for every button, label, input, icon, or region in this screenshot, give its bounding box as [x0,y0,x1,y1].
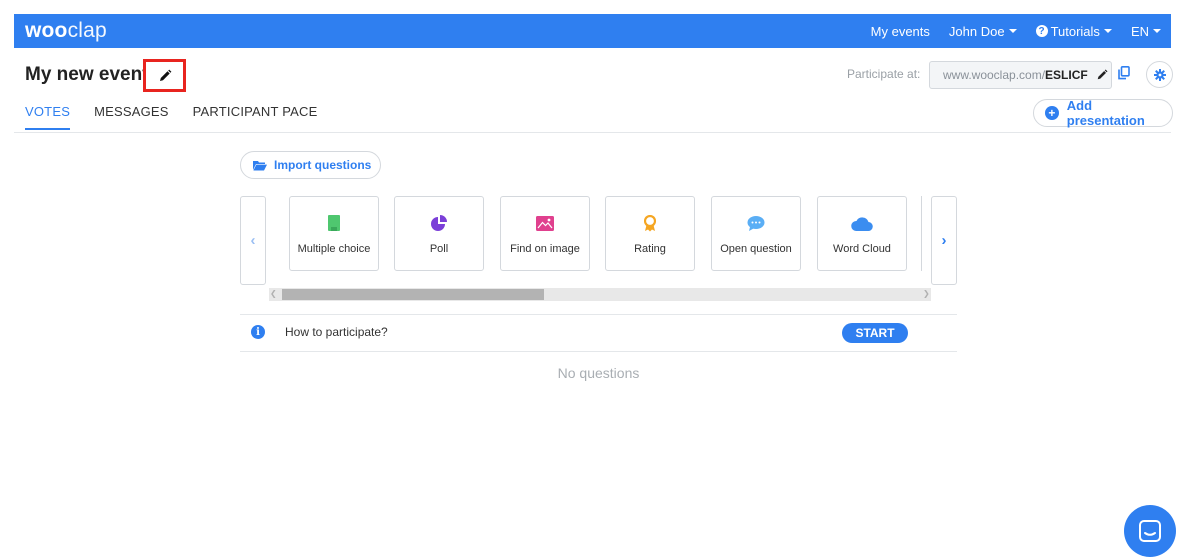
question-type-label: Rating [634,243,666,255]
tutorials-menu[interactable]: ? Tutorials [1035,23,1112,39]
language-menu[interactable]: EN [1131,24,1161,39]
import-questions-label: Import questions [274,158,372,172]
question-type-label: Poll [429,243,449,255]
row-divider [240,351,957,352]
carousel-scrollbar-thumb[interactable] [282,289,544,300]
question-type-find-on-image[interactable]: Find on image [500,196,590,271]
tab-votes[interactable]: VOTES [25,104,71,130]
my-events-label: My events [870,23,930,39]
chevron-right-icon: › [941,232,947,249]
settings-button[interactable] [1146,61,1173,88]
logo-text-light: clap [67,19,107,42]
import-questions-button[interactable]: Import questions [240,151,381,179]
question-type-label: Open question [720,243,792,255]
tab-participant-pace[interactable]: PARTICIPANT PACE [193,104,318,130]
caret-down-icon [1103,29,1112,33]
top-navbar: woo clap My events John Doe ? Tutorials EN [14,14,1171,48]
scroll-left-arrow-icon[interactable]: ❮ [270,289,277,298]
page-title: My new event [25,64,149,85]
pencil-icon [159,69,171,81]
how-to-participate[interactable]: i How to participate? [251,325,388,339]
speech-bubble-icon [747,215,765,231]
edit-title-button[interactable] [143,59,186,92]
logo-text-bold: woo [25,19,68,42]
start-button[interactable]: START [842,323,908,343]
folder-open-icon [253,160,267,171]
row-divider [240,314,957,315]
event-tabs: VOTES MESSAGES PARTICIPANT PACE [25,104,341,130]
question-circle-icon: ? [1035,25,1048,37]
carousel-next-button[interactable]: › [931,196,957,285]
ribbon-icon [644,214,656,231]
event-url-prefix: www.wooclap.com/ [943,68,1046,82]
info-icon: i [251,325,265,339]
chevron-left-icon: ‹ [250,232,256,249]
question-type-card-partial [921,196,925,271]
question-type-multiple-choice[interactable]: Multiple choice [289,196,379,271]
caret-down-icon [1153,29,1161,33]
event-code: ESLICF [1045,68,1088,82]
language-label: EN [1130,23,1149,39]
copy-icon[interactable] [1118,66,1130,85]
add-presentation-label: Add presentation [1066,98,1145,128]
question-type-rating[interactable]: Rating [605,196,695,271]
participate-label: Participate at: [847,67,921,81]
header-divider [14,132,1171,133]
multiple-choice-icon [328,215,340,231]
question-type-label: Find on image [510,243,580,255]
user-name: John Doe [948,23,1005,39]
empty-state-text: No questions [557,365,640,381]
top-nav-links: My events John Doe ? Tutorials EN [852,24,1171,39]
caret-down-icon [1008,29,1017,33]
scroll-right-arrow-icon[interactable]: ❯ [923,289,930,298]
question-type-label: Multiple choice [297,243,371,255]
question-type-label: Word Cloud [833,243,891,255]
my-events-link[interactable]: My events [871,24,930,39]
question-type-word-cloud[interactable]: Word Cloud [817,196,907,271]
question-type-open-question[interactable]: Open question [711,196,801,271]
question-type-poll[interactable]: Poll [394,196,484,271]
wooclap-logo[interactable]: woo clap [25,19,107,43]
pie-chart-icon [431,215,447,231]
tutorials-label: Tutorials [1050,23,1100,39]
carousel-prev-button[interactable]: ‹ [240,196,266,285]
user-menu[interactable]: John Doe [949,24,1017,39]
tab-messages[interactable]: MESSAGES [94,104,169,130]
plus-circle-icon: + [1045,106,1059,120]
event-url-field[interactable]: www.wooclap.com/ESLICF [929,61,1112,89]
add-presentation-button[interactable]: + Add presentation [1033,98,1173,128]
gear-icon [1153,68,1166,81]
chat-launcher-button[interactable] [1124,505,1176,557]
cloud-icon [851,215,873,231]
image-icon [536,215,554,231]
chat-icon [1139,520,1161,542]
pencil-icon[interactable] [1096,69,1108,81]
how-to-participate-label: How to participate? [285,325,388,339]
